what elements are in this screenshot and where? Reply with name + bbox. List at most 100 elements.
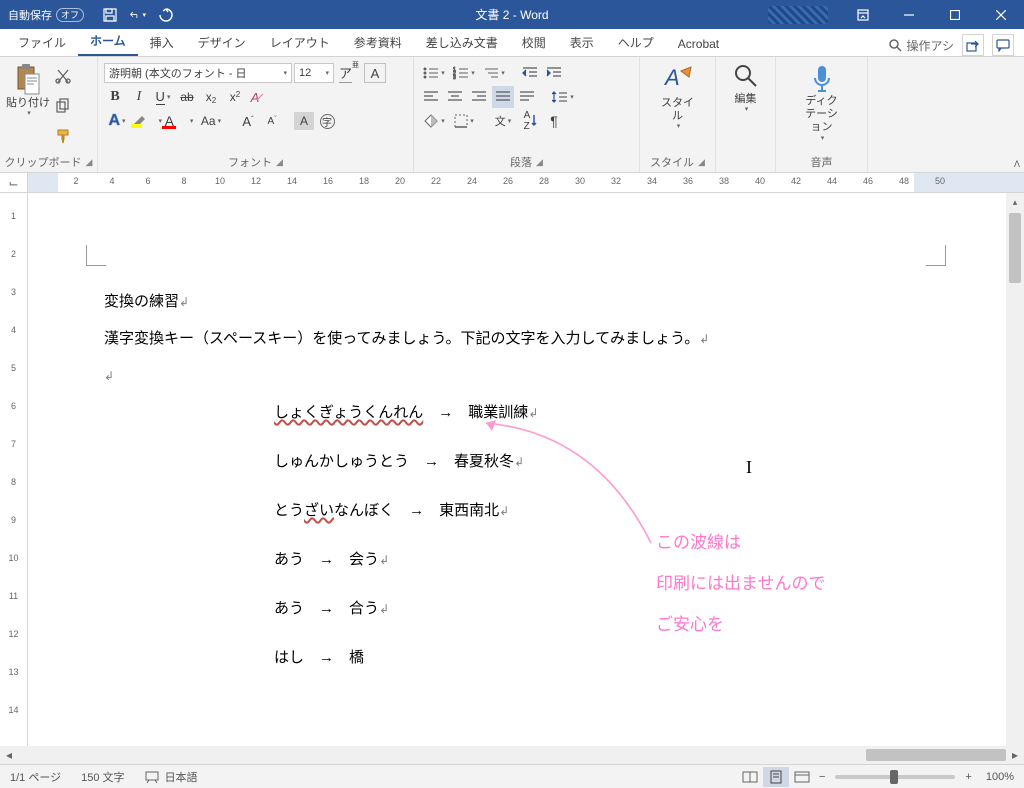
cut-icon[interactable] bbox=[52, 65, 74, 87]
doc-kana-5: はし bbox=[274, 649, 304, 666]
superscript-icon[interactable]: x2 bbox=[224, 86, 246, 108]
close-icon[interactable] bbox=[978, 0, 1024, 29]
highlight-icon[interactable]: ▾ bbox=[132, 110, 162, 132]
font-size-selector[interactable]: 12▾ bbox=[294, 63, 334, 83]
tab-design[interactable]: デザイン bbox=[186, 29, 258, 56]
read-mode-icon[interactable] bbox=[737, 767, 763, 787]
tab-view[interactable]: 表示 bbox=[558, 29, 606, 56]
char-border-icon[interactable]: A bbox=[364, 63, 386, 83]
font-color-icon[interactable]: A▾ bbox=[164, 110, 194, 132]
copy-icon[interactable] bbox=[52, 95, 74, 117]
arrow: → bbox=[438, 404, 453, 421]
paragraph-group-label: 段落 bbox=[510, 154, 532, 170]
tab-references[interactable]: 参考資料 bbox=[342, 29, 414, 56]
document-surface[interactable]: 変換の練習↲ 漢字変換キー（スペースキー）を使ってみましょう。下記の文字を入力し… bbox=[28, 193, 1006, 764]
scroll-thumb-h[interactable] bbox=[866, 749, 1006, 761]
italic-icon[interactable]: I bbox=[128, 86, 150, 108]
tab-layout[interactable]: レイアウト bbox=[258, 29, 342, 56]
font-size-value: 12 bbox=[299, 67, 311, 79]
tab-file[interactable]: ファイル bbox=[6, 29, 78, 56]
scrollbar-horizontal[interactable]: ◂ ▸ bbox=[0, 746, 1024, 764]
text-direction-icon[interactable]: 文▾ bbox=[489, 110, 517, 132]
borders-icon[interactable]: ▾ bbox=[450, 110, 478, 132]
maximize-icon[interactable] bbox=[932, 0, 978, 29]
minimize-icon[interactable] bbox=[886, 0, 932, 29]
scroll-thumb-v[interactable] bbox=[1009, 213, 1021, 283]
scrollbar-vertical[interactable]: ▴ ▾ bbox=[1006, 193, 1024, 764]
paste-label: 貼り付け bbox=[6, 97, 50, 110]
format-painter-icon[interactable] bbox=[52, 125, 74, 147]
ribbon-tabs: ファイル ホーム 挿入 デザイン レイアウト 参考資料 差し込み文書 校閲 表示… bbox=[0, 29, 1024, 57]
status-word-count[interactable]: 150 文字 bbox=[71, 769, 134, 785]
tab-mailings[interactable]: 差し込み文書 bbox=[414, 29, 510, 56]
doc-kanji-3: 会う bbox=[349, 551, 379, 568]
font-launcher-icon[interactable]: ◢ bbox=[276, 157, 283, 168]
status-page[interactable]: 1/1 ページ bbox=[0, 769, 71, 785]
zoom-out-icon[interactable]: − bbox=[815, 771, 829, 783]
distribute-icon[interactable] bbox=[516, 86, 538, 108]
print-layout-icon[interactable] bbox=[763, 767, 789, 787]
tab-insert[interactable]: 挿入 bbox=[138, 29, 186, 56]
subscript-icon[interactable]: x2 bbox=[200, 86, 222, 108]
line-spacing-icon[interactable]: ▾ bbox=[549, 86, 577, 108]
styles-launcher-icon[interactable]: ◢ bbox=[698, 157, 705, 168]
shrink-font-icon[interactable]: Aˇ bbox=[261, 110, 283, 132]
strike-icon[interactable]: ab bbox=[176, 86, 198, 108]
ruler-horizontal[interactable]: ⌙ /*ticks rendered via template below no… bbox=[0, 173, 1024, 193]
dec-indent-icon[interactable] bbox=[519, 62, 541, 84]
zoom-slider[interactable] bbox=[835, 775, 955, 779]
char-shading-icon[interactable]: A bbox=[294, 112, 314, 130]
grow-font-icon[interactable]: Aˆ bbox=[237, 110, 259, 132]
quick-access-toolbar: ▾ bbox=[92, 7, 184, 23]
tab-home[interactable]: ホーム bbox=[78, 27, 138, 56]
tell-me-search[interactable]: 操作アシ bbox=[889, 37, 954, 54]
save-icon[interactable] bbox=[102, 7, 118, 23]
tab-acrobat[interactable]: Acrobat bbox=[666, 32, 731, 56]
align-right-icon[interactable] bbox=[468, 86, 490, 108]
doc-kana-4: あう bbox=[274, 600, 304, 617]
styles-label: スタイル bbox=[659, 97, 697, 123]
align-left-icon[interactable] bbox=[420, 86, 442, 108]
justify-icon[interactable] bbox=[492, 86, 514, 108]
show-hide-icon[interactable]: ¶ bbox=[543, 110, 565, 132]
web-layout-icon[interactable] bbox=[789, 767, 815, 787]
dictate-button[interactable]: ディクテーション▾ bbox=[803, 59, 841, 151]
paste-button[interactable]: 貼り付け ▾ bbox=[4, 59, 52, 151]
zoom-value[interactable]: 100% bbox=[976, 771, 1024, 783]
redo-icon[interactable] bbox=[158, 7, 174, 23]
sort-icon[interactable]: AZ bbox=[519, 110, 541, 132]
underline-icon[interactable]: U▾ bbox=[152, 86, 174, 108]
tab-help[interactable]: ヘルプ bbox=[606, 29, 666, 56]
phonetic-guide-icon[interactable]: ア亜 bbox=[336, 62, 362, 84]
user-badge[interactable] bbox=[768, 6, 828, 24]
autosave-toggle[interactable]: 自動保存 オフ bbox=[0, 7, 92, 23]
share-icon[interactable] bbox=[962, 34, 984, 56]
collapse-ribbon-icon[interactable]: ᐱ bbox=[1014, 159, 1020, 170]
tab-review[interactable]: 校閲 bbox=[510, 29, 558, 56]
bold-icon[interactable]: B bbox=[104, 86, 126, 108]
clear-format-icon[interactable]: A bbox=[248, 86, 270, 108]
clipboard-launcher-icon[interactable]: ◢ bbox=[86, 157, 93, 168]
ruler-vertical[interactable]: 1234567891011121314 bbox=[0, 193, 28, 764]
inc-indent-icon[interactable] bbox=[543, 62, 565, 84]
shading-icon[interactable]: ▾ bbox=[420, 110, 448, 132]
zoom-in-icon[interactable]: + bbox=[961, 771, 975, 783]
editing-button[interactable]: 編集▾ bbox=[727, 59, 765, 167]
doc-kana-3: あう bbox=[274, 551, 304, 568]
ribbon-options-icon[interactable] bbox=[840, 0, 886, 29]
comments-icon[interactable] bbox=[992, 34, 1014, 56]
text-effects-icon[interactable]: A▾ bbox=[104, 110, 130, 132]
bullets-icon[interactable]: ▾ bbox=[420, 62, 448, 84]
multilevel-icon[interactable]: ▾ bbox=[480, 62, 508, 84]
undo-icon[interactable]: ▾ bbox=[130, 7, 146, 23]
status-lang[interactable]: 日本語 bbox=[135, 769, 208, 785]
enclose-char-icon[interactable]: 字 bbox=[316, 110, 338, 132]
font-name-selector[interactable]: 游明朝 (本文のフォント - 日▾ bbox=[104, 63, 292, 83]
paragraph-launcher-icon[interactable]: ◢ bbox=[536, 157, 543, 168]
doc-kanji-5: 橋 bbox=[349, 649, 364, 666]
anno-line-1: この波線は bbox=[656, 523, 826, 564]
change-case-icon[interactable]: Aa▾ bbox=[196, 110, 226, 132]
numbering-icon[interactable]: 123▾ bbox=[450, 62, 478, 84]
styles-button[interactable]: A スタイル▾ bbox=[659, 59, 697, 151]
align-center-icon[interactable] bbox=[444, 86, 466, 108]
